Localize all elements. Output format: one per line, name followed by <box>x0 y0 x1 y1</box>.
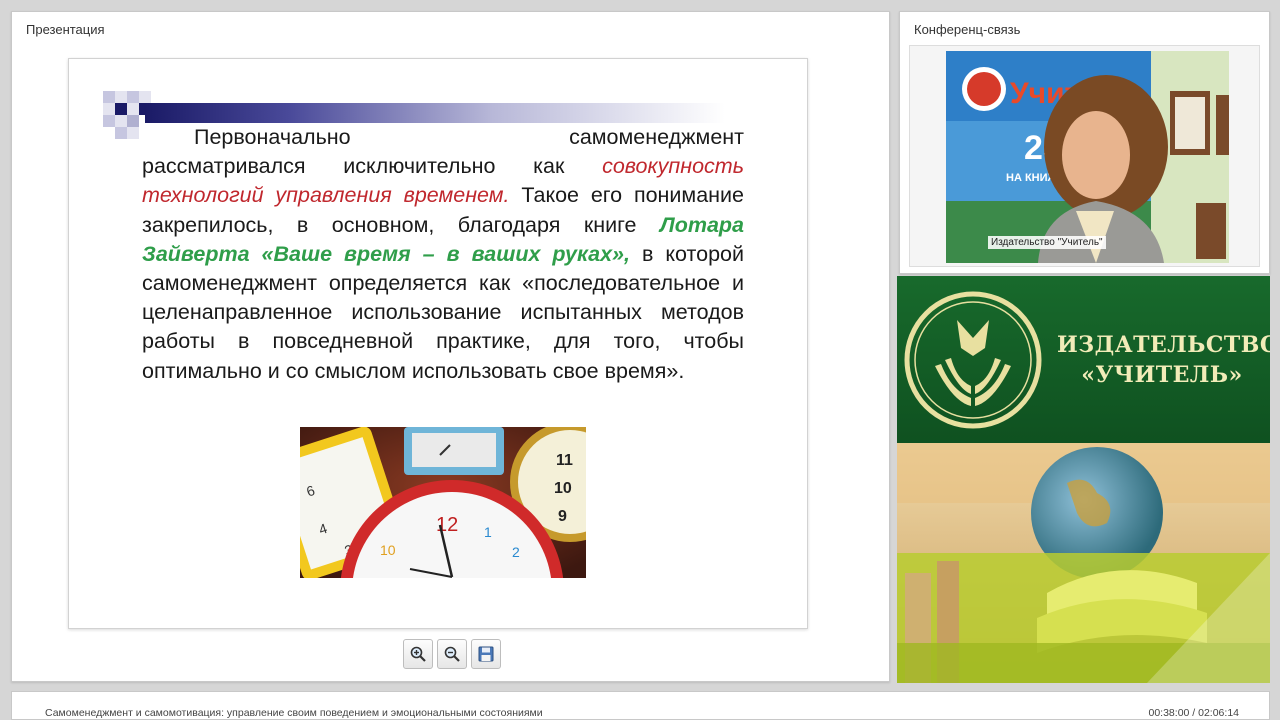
webcam-video[interactable]: Учит 25 л НА КНИЖНОМ Издательство "Учите… <box>909 45 1260 267</box>
playback-time: 00:38:00 / 02:06:14 <box>1148 707 1240 719</box>
svg-text:10: 10 <box>554 480 572 497</box>
publisher-banner: ИЗДАТЕЛЬСТВО «УЧИТЕЛЬ» <box>897 276 1270 683</box>
presentation-toolbar <box>403 639 501 669</box>
zoom-out-icon <box>444 646 460 662</box>
zoom-in-icon <box>410 646 426 662</box>
svg-text:1: 1 <box>484 524 492 540</box>
clocks-photo: 6 4 3 11 10 9 12 1 2 10 <box>300 427 586 578</box>
slide-decoration-bar <box>145 103 725 123</box>
conference-panel: Конференц-связь Учит 25 л НА КНИЖНОМ <box>899 11 1270 274</box>
svg-text:9: 9 <box>558 508 567 525</box>
svg-text:12: 12 <box>436 514 458 536</box>
zoom-out-button[interactable] <box>437 639 467 669</box>
publisher-title: ИЗДАТЕЛЬСТВО «УЧИТЕЛЬ» <box>1057 330 1270 390</box>
zoom-in-button[interactable] <box>403 639 433 669</box>
svg-text:10: 10 <box>380 542 396 558</box>
slide-text-part1: рассматривался исключительно как <box>142 154 603 179</box>
slide-body-text: Первоначально самоменеджмент рассматривал… <box>142 123 744 386</box>
svg-text:11: 11 <box>556 452 573 469</box>
player-bottom-bar: Самоменеджмент и самомотивация: управлен… <box>11 691 1270 720</box>
conference-panel-title: Конференц-связь <box>914 22 1021 37</box>
presentation-panel-title: Презентация <box>26 22 105 37</box>
slide-text-line1a: Первоначально <box>194 125 351 149</box>
save-button[interactable] <box>471 639 501 669</box>
slide-first-line: Первоначально самоменеджмент <box>142 123 744 152</box>
publisher-banner-top: ИЗДАТЕЛЬСТВО «УЧИТЕЛЬ» <box>897 276 1270 443</box>
slide-text-line1b: самоменеджмент <box>569 125 744 149</box>
publisher-logo-icon <box>904 291 1042 429</box>
svg-text:2: 2 <box>512 544 520 560</box>
publisher-title-line1: ИЗДАТЕЛЬСТВО <box>1057 332 1270 358</box>
presentation-panel: Презентация Первоначально самоменеджмент… <box>11 11 890 682</box>
publisher-banner-image <box>897 443 1270 683</box>
course-title: Самоменеджмент и самомотивация: управлен… <box>45 707 543 719</box>
video-caption: Издательство "Учитель" <box>988 236 1106 249</box>
save-icon <box>478 646 494 662</box>
publisher-title-line2: «УЧИТЕЛЬ» <box>1081 362 1243 388</box>
webcam-frame: Учит 25 л НА КНИЖНОМ <box>946 51 1229 263</box>
presentation-slide: Первоначально самоменеджмент рассматривал… <box>68 58 808 629</box>
